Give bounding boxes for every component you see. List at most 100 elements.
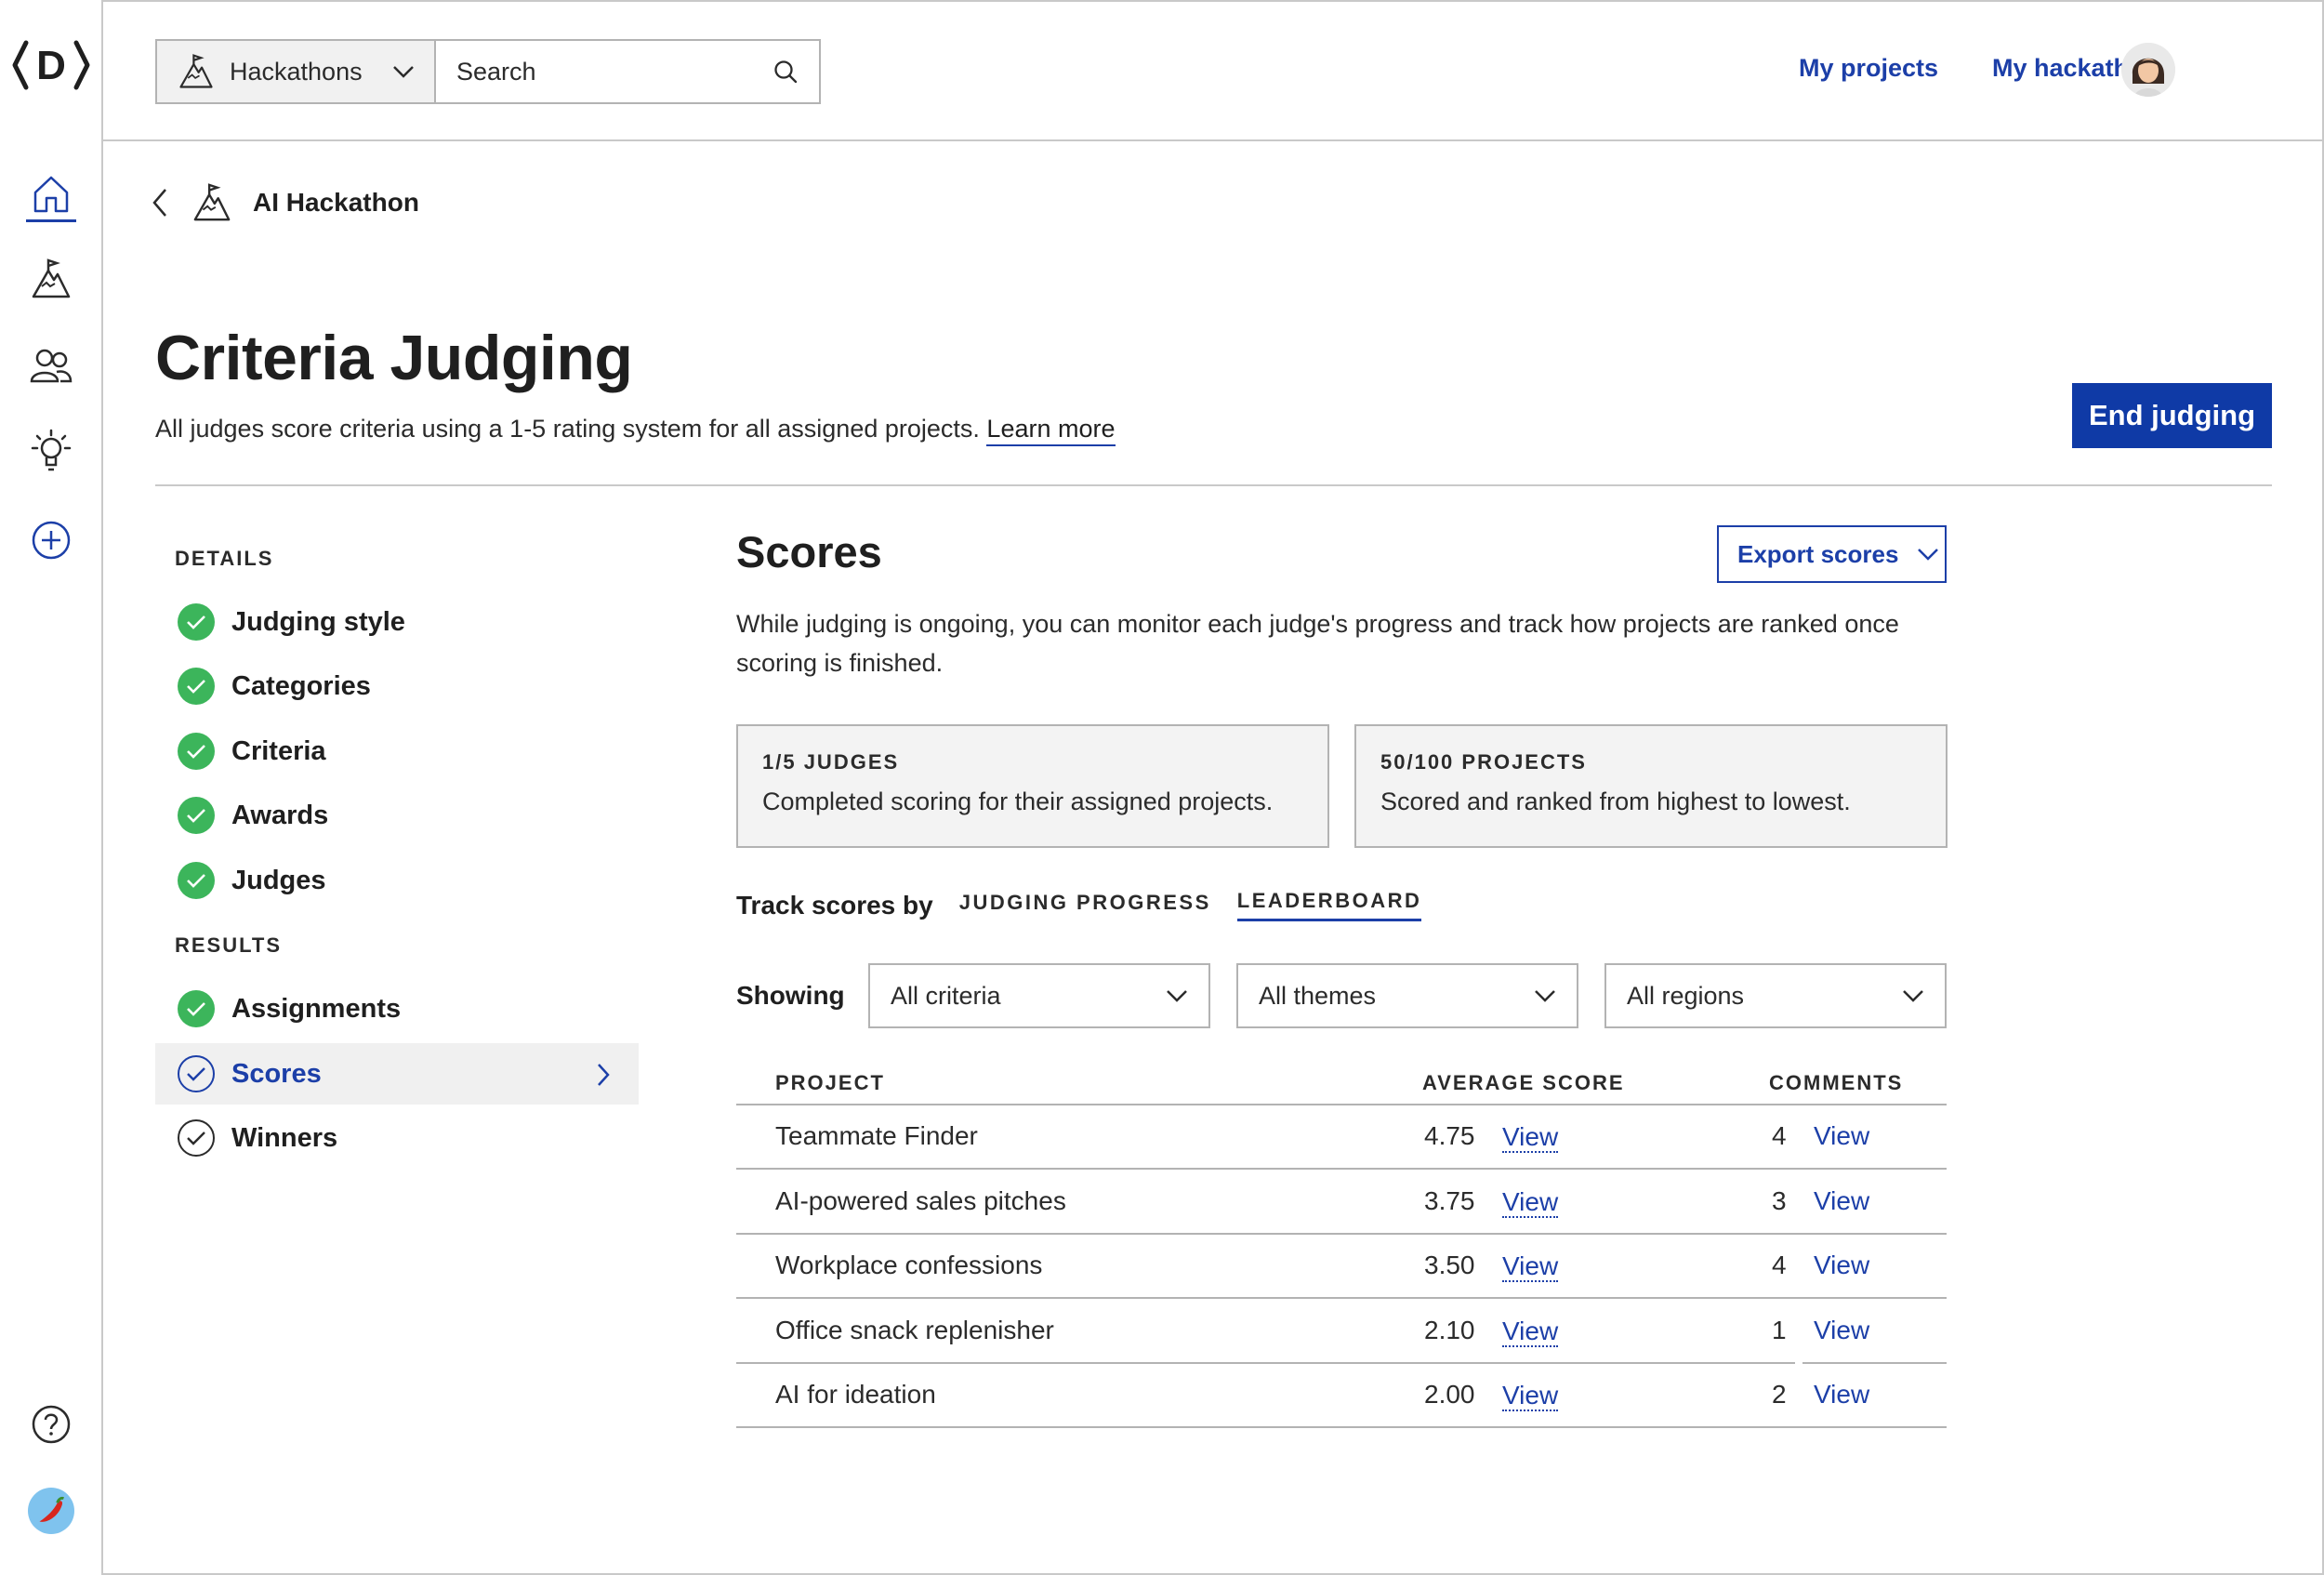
sidenav-item-label: Categories [231, 670, 371, 701]
people-icon[interactable] [28, 342, 74, 389]
showing-label: Showing [736, 981, 845, 1010]
chevron-right-icon [598, 1064, 610, 1086]
column-header-comments: COMMENTS [1769, 1071, 1904, 1094]
track-scores-label: Track scores by [736, 890, 933, 920]
page-subtitle-text: All judges score criteria using a 1-5 ra… [155, 415, 980, 443]
view-score-link[interactable]: View [1502, 1123, 1559, 1153]
scope-select-label: Hackathons [230, 57, 363, 86]
projects-progress-card: 50/100 PROJECTS Scored and ranked from h… [1354, 724, 1948, 848]
top-header: Hackathons Search My projects My hackath… [103, 0, 2324, 141]
sidenav-item-judging-style[interactable]: Judging style [155, 591, 639, 653]
view-score-link[interactable]: View [1502, 1317, 1559, 1347]
view-score-link[interactable]: View [1502, 1382, 1559, 1411]
chevron-down-icon [1535, 990, 1555, 1002]
pepper-avatar-icon[interactable] [28, 1488, 74, 1534]
help-icon[interactable] [28, 1401, 74, 1448]
table-header-divider [736, 1104, 1947, 1105]
sidenav-item-winners[interactable]: Winners [155, 1107, 639, 1169]
results-heading: RESULTS [175, 933, 283, 957]
tab-judging-progress[interactable]: JUDGING PROGRESS [959, 891, 1211, 920]
check-outline-icon [178, 1055, 215, 1092]
tab-leaderboard[interactable]: LEADERBOARD [1236, 889, 1422, 921]
end-judging-button[interactable]: End judging [2072, 383, 2272, 448]
lightbulb-icon[interactable] [28, 428, 74, 474]
hackathon-mountain-icon[interactable] [28, 256, 74, 302]
home-active-indicator [26, 219, 76, 222]
avatar[interactable] [2121, 43, 2175, 97]
sidenav-item-label: Criteria [231, 735, 326, 766]
judges-progress-text: Completed scoring for their assigned pro… [762, 788, 1274, 815]
criteria-filter-select[interactable]: All criteria [868, 963, 1210, 1028]
row-divider [736, 1297, 1947, 1299]
hackathon-mountain-icon [193, 183, 231, 221]
scope-select[interactable]: Hackathons [157, 41, 436, 102]
column-header-project: PROJECT [775, 1071, 885, 1094]
row-divider [736, 1233, 1947, 1235]
view-comments-link[interactable]: View [1814, 1121, 1869, 1151]
my-projects-link[interactable]: My projects [1799, 54, 1938, 83]
projects-progress-kicker: 50/100 PROJECTS [1380, 750, 1587, 774]
view-score-link[interactable]: View [1502, 1252, 1559, 1282]
sidenav-item-categories[interactable]: Categories [155, 655, 639, 717]
logo-letter: D [36, 43, 66, 88]
row-divider [736, 1362, 1795, 1364]
comment-count: 4 [1772, 1121, 1787, 1150]
sidenav-item-scores[interactable]: Scores [155, 1043, 639, 1105]
view-comments-link[interactable]: View [1814, 1251, 1869, 1280]
row-divider [736, 1168, 1947, 1170]
search-icon[interactable] [772, 59, 799, 85]
search-input[interactable]: Search [436, 41, 819, 102]
comment-count: 1 [1772, 1316, 1787, 1344]
check-outline-icon [178, 1119, 215, 1157]
average-score: 2.10 [1424, 1316, 1475, 1344]
row-divider [736, 1426, 1947, 1428]
view-comments-link[interactable]: View [1814, 1380, 1869, 1410]
app-logo[interactable]: D [11, 35, 91, 95]
comment-count: 3 [1772, 1186, 1787, 1215]
view-comments-link[interactable]: View [1814, 1186, 1869, 1216]
export-scores-button[interactable]: Export scores [1717, 525, 1947, 583]
back-chevron-icon[interactable] [149, 186, 171, 219]
home-icon[interactable] [28, 170, 74, 217]
themes-filter-select[interactable]: All themes [1236, 963, 1578, 1028]
average-score: 3.75 [1424, 1186, 1475, 1215]
regions-filter-select[interactable]: All regions [1604, 963, 1947, 1028]
scores-heading: Scores [736, 527, 882, 576]
breadcrumb-hackathon-link[interactable]: AI Hackathon [253, 188, 419, 218]
export-scores-label: Export scores [1737, 539, 1899, 568]
check-circle-icon [178, 990, 215, 1027]
project-name: AI-powered sales pitches [775, 1186, 1066, 1215]
sidenav-item-assignments[interactable]: Assignments [155, 978, 639, 1039]
scores-description: While judging is ongoing, you can monito… [736, 610, 1899, 677]
view-score-link[interactable]: View [1502, 1188, 1559, 1218]
add-circle-icon[interactable] [28, 517, 74, 563]
sidenav-item-awards[interactable]: Awards [155, 785, 639, 846]
sidenav-item-judges[interactable]: Judges [155, 850, 639, 911]
details-heading: DETAILS [175, 547, 274, 570]
check-circle-icon [178, 797, 215, 834]
search-bar: Hackathons Search [155, 39, 821, 104]
sidenav-item-label: Judges [231, 865, 326, 895]
view-comments-link[interactable]: View [1814, 1316, 1869, 1345]
chevron-down-icon [1167, 990, 1187, 1002]
judges-progress-kicker: 1/5 JUDGES [762, 750, 900, 774]
sidenav-item-label: Awards [231, 800, 329, 830]
project-name: Teammate Finder [775, 1121, 978, 1150]
chevron-down-icon [392, 66, 414, 78]
sidenav-item-label: Judging style [231, 606, 405, 637]
column-header-average-score: AVERAGE SCORE [1422, 1071, 1625, 1094]
page-title: Criteria Judging [155, 323, 633, 393]
average-score: 4.75 [1424, 1121, 1475, 1150]
learn-more-link[interactable]: Learn more [986, 415, 1116, 446]
average-score: 3.50 [1424, 1251, 1475, 1279]
sidenav-item-label: Scores [231, 1058, 322, 1089]
project-name: AI for ideation [775, 1380, 936, 1409]
left-rail: D [0, 0, 103, 1575]
page-subtitle: All judges score criteria using a 1-5 ra… [155, 415, 1116, 446]
hackathon-mountain-icon [179, 54, 213, 88]
row-divider [1802, 1362, 1947, 1364]
sidenav-item-criteria[interactable]: Criteria [155, 721, 639, 782]
breadcrumb: AI Hackathon [149, 182, 419, 223]
check-circle-icon [178, 862, 215, 899]
criteria-filter-value: All criteria [891, 981, 1001, 1010]
